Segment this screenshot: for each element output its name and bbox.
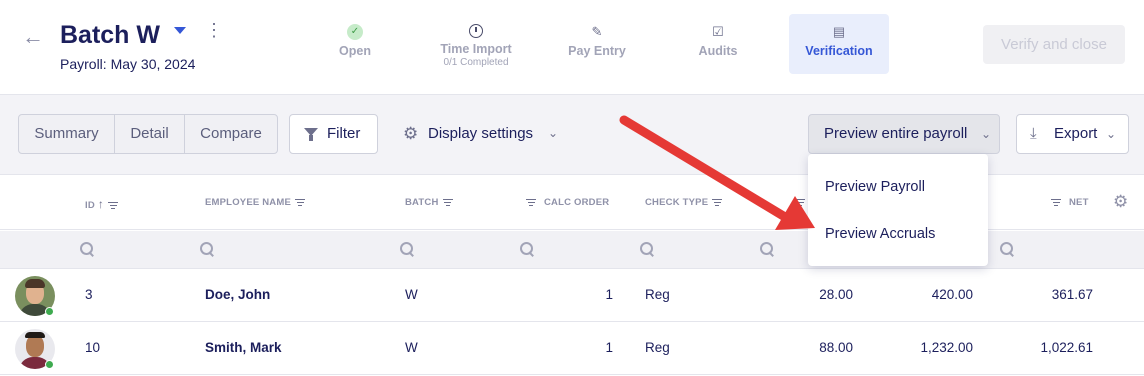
chevron-down-icon: ⌄ bbox=[980, 127, 991, 141]
step-audits[interactable]: ☑ Audits bbox=[680, 14, 756, 74]
sort-ascending-icon: ↑ bbox=[97, 197, 105, 211]
chevron-down-icon: ⌄ bbox=[548, 126, 559, 140]
cell-gross: 420.00 bbox=[931, 287, 973, 302]
verify-and-close-button[interactable]: Verify and close bbox=[983, 25, 1125, 64]
column-filter-icon bbox=[442, 197, 453, 208]
step-open[interactable]: ✓ Open bbox=[315, 14, 395, 74]
cell-calc-order: 1 bbox=[605, 287, 613, 302]
cell-hours: 28.00 bbox=[819, 287, 853, 302]
table-row[interactable]: 10 Smith, Mark W 1 Reg 88.00 1,232.00 1,… bbox=[0, 322, 1144, 375]
cell-id: 3 bbox=[85, 287, 93, 302]
column-filter-icon bbox=[295, 197, 305, 208]
filter-icon bbox=[304, 128, 318, 141]
view-switcher: Summary Detail Compare bbox=[18, 114, 278, 154]
menu-item-preview-payroll[interactable]: Preview Payroll bbox=[825, 179, 925, 195]
step-label: Audits bbox=[698, 44, 738, 58]
column-filter-icon bbox=[712, 197, 723, 208]
step-label: Time Import bbox=[440, 42, 512, 56]
cell-batch: W bbox=[405, 287, 418, 302]
online-status-dot bbox=[45, 307, 54, 316]
cell-net: 1,022.61 bbox=[1040, 340, 1093, 355]
column-filter-icon bbox=[1051, 197, 1061, 208]
step-pay-entry[interactable]: ✎ Pay Entry bbox=[556, 14, 638, 74]
preview-label: Preview entire payroll bbox=[824, 125, 968, 142]
preview-dropdown-menu: Preview Payroll Preview Accruals bbox=[808, 154, 988, 266]
cell-id: 10 bbox=[85, 340, 101, 355]
search-icon[interactable] bbox=[200, 242, 213, 255]
gear-icon: ⚙ bbox=[403, 124, 419, 143]
back-arrow-icon[interactable]: ← bbox=[22, 24, 44, 50]
pen-icon: ✎ bbox=[591, 24, 603, 39]
chevron-down-icon: ⌄ bbox=[1105, 127, 1116, 141]
document-icon: ▤ bbox=[832, 24, 846, 39]
column-header-employee-name[interactable]: EMPLOYEE NAME bbox=[205, 197, 305, 208]
cell-hours: 88.00 bbox=[819, 340, 853, 355]
step-sublabel: 0/1 Completed bbox=[443, 57, 509, 68]
cell-gross: 1,232.00 bbox=[920, 340, 973, 355]
search-icon[interactable] bbox=[640, 242, 653, 255]
export-button[interactable]: ⤓ Export ⌄ bbox=[1016, 114, 1129, 154]
export-label: Export bbox=[1054, 125, 1098, 142]
step-time-import[interactable]: Time Import 0/1 Completed bbox=[428, 14, 524, 74]
step-verification[interactable]: ▤ Verification bbox=[789, 14, 889, 74]
cell-batch: W bbox=[405, 340, 418, 355]
page-header: ← Batch W ⋮ Payroll: May 30, 2024 ✓ Open… bbox=[0, 0, 1144, 95]
view-summary-button[interactable]: Summary bbox=[19, 115, 115, 153]
view-compare-button[interactable]: Compare bbox=[185, 115, 277, 153]
batch-dropdown-caret-icon[interactable] bbox=[174, 27, 186, 34]
filter-label: Filter bbox=[327, 125, 361, 142]
column-filter-icon bbox=[108, 200, 119, 211]
cell-calc-order: 1 bbox=[605, 340, 613, 355]
search-icon[interactable] bbox=[80, 242, 93, 255]
clock-icon bbox=[469, 24, 483, 38]
check-circle-icon: ✓ bbox=[347, 24, 363, 40]
clipboard-check-icon: ☑ bbox=[712, 24, 724, 39]
search-icon[interactable] bbox=[520, 242, 533, 255]
column-filter-icon bbox=[526, 197, 536, 208]
search-icon[interactable] bbox=[400, 242, 413, 255]
view-detail-button[interactable]: Detail bbox=[115, 115, 185, 153]
menu-item-preview-accruals[interactable]: Preview Accruals bbox=[825, 226, 935, 242]
table-row[interactable]: 3 Doe, John W 1 Reg 28.00 420.00 361.67 bbox=[0, 269, 1144, 322]
column-filter-icon[interactable] bbox=[795, 197, 805, 208]
page-title: Batch W bbox=[60, 21, 160, 49]
search-icon[interactable] bbox=[1000, 242, 1013, 255]
preview-entire-payroll-button[interactable]: Preview entire payroll ⌄ bbox=[808, 114, 1000, 154]
step-label: Verification bbox=[805, 44, 873, 58]
column-header-net[interactable]: NET bbox=[1051, 197, 1089, 208]
column-settings-gear-icon[interactable]: ⚙ bbox=[1113, 192, 1128, 212]
cell-net: 361.67 bbox=[1051, 287, 1093, 302]
online-status-dot bbox=[45, 360, 54, 369]
cell-employee-name[interactable]: Smith, Mark bbox=[205, 340, 282, 355]
more-options-icon[interactable]: ⋮ bbox=[205, 21, 223, 39]
cell-employee-name[interactable]: Doe, John bbox=[205, 287, 270, 302]
column-header-batch[interactable]: BATCH bbox=[405, 197, 453, 208]
search-icon[interactable] bbox=[760, 242, 773, 255]
payroll-date: Payroll: May 30, 2024 bbox=[60, 56, 196, 72]
cell-check-type: Reg bbox=[645, 340, 670, 355]
display-settings-label: Display settings bbox=[428, 125, 534, 142]
column-header-check-type[interactable]: CHECK TYPE bbox=[645, 197, 723, 208]
column-header-calc-order[interactable]: CALC ORDER bbox=[526, 197, 609, 208]
step-label: Pay Entry bbox=[568, 44, 626, 58]
column-header-id[interactable]: ID ↑ bbox=[85, 197, 119, 211]
filter-button[interactable]: Filter bbox=[289, 114, 378, 154]
cell-check-type: Reg bbox=[645, 287, 670, 302]
download-icon: ⤓ bbox=[1030, 125, 1037, 142]
step-label: Open bbox=[339, 44, 371, 58]
